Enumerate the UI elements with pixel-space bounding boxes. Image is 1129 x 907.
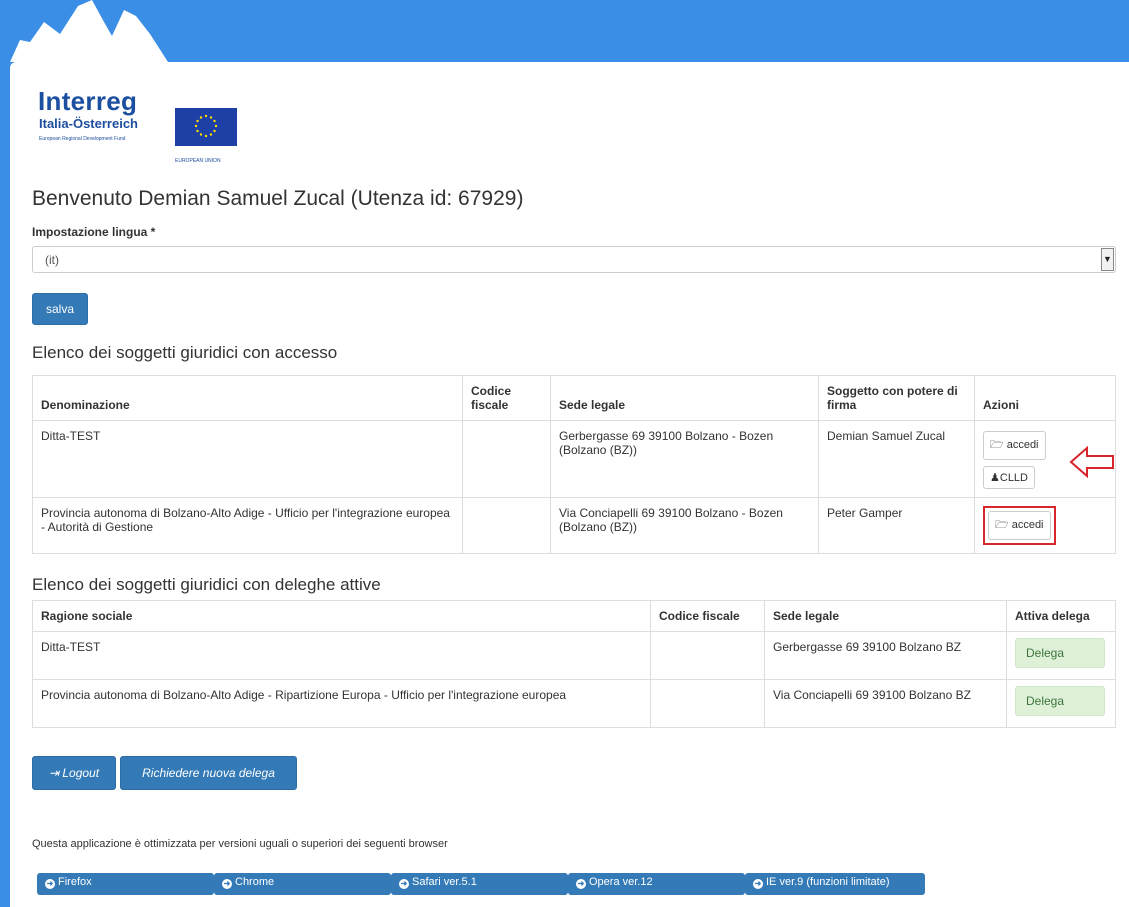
browser-note: Questa applicazione è ottimizzata per ve… <box>32 838 448 850</box>
cell-codice-fiscale <box>650 679 765 728</box>
clld-button[interactable]: ♟CLLD <box>983 466 1035 489</box>
access-table: Denominazione Codice fiscale Sede legale… <box>32 375 1116 554</box>
user-icon: ♟ <box>990 472 1000 484</box>
cell-attiva-delega: Delega <box>1006 631 1116 680</box>
cell-azioni: 🗁 accedi <box>974 497 1116 554</box>
folder-open-icon: 🗁 <box>995 519 1009 531</box>
col-sede-legale: Sede legale <box>764 600 1007 632</box>
cell-codice-fiscale <box>462 497 551 554</box>
cell-ragione-sociale: Ditta-TEST <box>32 631 651 680</box>
cell-sede-legale: Gerbergasse 69 39100 Bolzano BZ <box>764 631 1007 680</box>
brand-region: Italia-Österreich <box>39 116 138 131</box>
arrow-circle-right-icon: ➜ <box>753 879 763 889</box>
col-codice-fiscale: Codice fiscale <box>650 600 765 632</box>
access-section-title: Elenco dei soggetti giuridici con access… <box>32 343 338 362</box>
delegations-table: Ragione sociale Codice fiscale Sede lega… <box>32 600 1116 728</box>
delega-button[interactable]: Delega <box>1015 686 1105 716</box>
cell-sede-legale: Via Conciapelli 69 39100 Bolzano BZ <box>764 679 1007 728</box>
arrow-circle-right-icon: ➜ <box>45 879 55 889</box>
arrow-circle-right-icon: ➜ <box>576 879 586 889</box>
cell-denominazione: Ditta-TEST <box>32 420 463 498</box>
request-delegation-button[interactable]: Richiedere nuova delega <box>120 756 297 790</box>
language-select[interactable]: (it) ▼ <box>32 246 1116 273</box>
cell-firma: Demian Samuel Zucal <box>818 420 975 498</box>
col-ragione-sociale: Ragione sociale <box>32 600 651 632</box>
interreg-logo[interactable]: Interreg Italia-Österreich European Regi… <box>35 86 255 164</box>
table-header-row: Ragione sociale Codice fiscale Sede lega… <box>32 600 1116 632</box>
table-row: Ditta-TEST Gerbergasse 69 39100 Bolzano … <box>32 420 1116 498</box>
arrow-circle-right-icon: ➜ <box>399 879 409 889</box>
cell-attiva-delega: Delega <box>1006 679 1116 728</box>
cell-sede-legale: Gerbergasse 69 39100 Bolzano - Bozen (Bo… <box>550 420 819 498</box>
cell-codice-fiscale <box>650 631 765 680</box>
cell-ragione-sociale: Provincia autonoma di Bolzano-Alto Adige… <box>32 679 651 728</box>
delega-button[interactable]: Delega <box>1015 638 1105 668</box>
accedi-button[interactable]: 🗁 accedi <box>988 511 1051 540</box>
welcome-heading: Benvenuto Demian Samuel Zucal (Utenza id… <box>32 187 524 210</box>
main-panel: Interreg Italia-Österreich European Regi… <box>10 62 1129 907</box>
cell-codice-fiscale <box>462 420 551 498</box>
logout-button[interactable]: ⇥ Logout <box>32 756 116 790</box>
mountains-logo-icon <box>10 0 168 62</box>
arrow-circle-right-icon: ➜ <box>222 879 232 889</box>
cell-denominazione: Provincia autonoma di Bolzano-Alto Adige… <box>32 497 463 554</box>
save-button[interactable]: salva <box>32 293 88 325</box>
browser-firefox-button[interactable]: ➜ Firefox <box>37 873 214 895</box>
table-row: Ditta-TEST Gerbergasse 69 39100 Bolzano … <box>32 631 1116 680</box>
sign-out-icon: ⇥ <box>48 766 59 780</box>
language-label: Impostazione lingua * <box>32 225 156 239</box>
col-azioni: Azioni <box>974 375 1116 421</box>
delegations-section-title: Elenco dei soggetti giuridici con delegh… <box>32 575 381 594</box>
table-row: Provincia autonoma di Bolzano-Alto Adige… <box>32 497 1116 554</box>
folder-open-icon: 🗁 <box>990 439 1004 451</box>
eu-label: EUROPEAN UNION <box>175 158 221 164</box>
col-codice-fiscale: Codice fiscale <box>462 375 551 421</box>
accedi-button[interactable]: 🗁 accedi <box>983 431 1046 460</box>
col-sede-legale: Sede legale <box>550 375 819 421</box>
cell-firma: Peter Gamper <box>818 497 975 554</box>
eu-flag-icon <box>175 108 237 146</box>
col-firma: Soggetto con potere di firma <box>818 375 975 421</box>
browser-chrome-button[interactable]: ➜ Chrome <box>214 873 391 895</box>
browser-opera-button[interactable]: ➜ Opera ver.12 <box>568 873 745 895</box>
highlight-box: 🗁 accedi <box>983 506 1056 545</box>
cell-sede-legale: Via Conciapelli 69 39100 Bolzano - Bozen… <box>550 497 819 554</box>
browser-ie-button[interactable]: ➜ IE ver.9 (funzioni limitate) <box>745 873 925 895</box>
table-header-row: Denominazione Codice fiscale Sede legale… <box>32 375 1116 421</box>
col-attiva-delega: Attiva delega <box>1006 600 1116 632</box>
table-row: Provincia autonoma di Bolzano-Alto Adige… <box>32 679 1116 728</box>
brand-fund: European Regional Development Fund <box>39 136 126 142</box>
language-selected-value: (it) <box>45 253 59 267</box>
browser-safari-button[interactable]: ➜ Safari ver.5.1 <box>391 873 568 895</box>
brand-name: Interreg <box>38 86 138 116</box>
dropdown-arrow-icon[interactable]: ▼ <box>1101 248 1114 271</box>
red-left-arrow-icon <box>1069 445 1114 479</box>
col-denominazione: Denominazione <box>32 375 463 421</box>
